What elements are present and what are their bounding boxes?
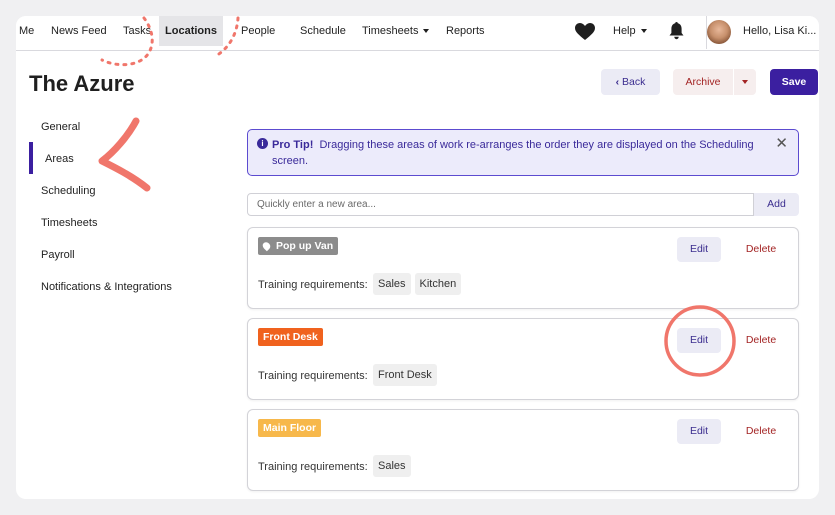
nav-schedule[interactable]: Schedule: [300, 16, 346, 46]
sidebar-item-general[interactable]: General: [41, 121, 80, 133]
area-name: Pop up Van: [276, 240, 334, 252]
help-label: Help: [613, 25, 636, 37]
training-tag: Kitchen: [414, 273, 462, 295]
training-requirements-label: Training requirements:: [258, 461, 368, 473]
new-area-input[interactable]: [247, 193, 754, 216]
nav-people[interactable]: People: [241, 16, 275, 46]
nav-timesheets-label: Timesheets: [362, 25, 419, 37]
area-name: Front Desk: [263, 331, 318, 343]
close-icon[interactable]: ✕: [775, 136, 788, 152]
edit-button[interactable]: Edit: [677, 419, 721, 444]
archive-dropdown-button[interactable]: [734, 69, 756, 95]
nav-me[interactable]: Me: [19, 16, 34, 46]
page-title: The Azure: [29, 71, 135, 96]
archive-button[interactable]: Archive: [673, 69, 733, 95]
training-tag: Sales: [373, 455, 411, 477]
heart-icon[interactable]: [575, 23, 595, 41]
back-button-label: Back: [622, 76, 646, 88]
training-requirements-label: Training requirements:: [258, 279, 368, 291]
area-name: Main Floor: [263, 422, 317, 434]
training-requirements-label: Training requirements:: [258, 370, 368, 382]
pro-tip-message: Dragging these areas of work re-arranges…: [272, 139, 754, 167]
training-tags: Sales Kitchen: [373, 273, 465, 295]
app-window: Me News Feed Tasks Locations People Sche…: [16, 16, 819, 499]
bell-icon[interactable]: [669, 22, 684, 40]
sidebar-item-payroll[interactable]: Payroll: [41, 249, 75, 261]
save-button[interactable]: Save: [770, 69, 818, 95]
area-card-front-desk[interactable]: Front Desk Edit Delete Training requirem…: [247, 318, 799, 400]
area-badge: Front Desk: [258, 328, 323, 346]
edit-button[interactable]: Edit: [677, 328, 721, 353]
back-button[interactable]: ‹ Back: [601, 69, 660, 95]
chevron-left-icon: ‹: [615, 76, 620, 88]
info-icon: i: [257, 138, 268, 149]
training-tags: Sales: [373, 455, 415, 477]
pro-tip-banner: i Pro Tip! Dragging these areas of work …: [247, 129, 799, 176]
sidebar-item-areas[interactable]: Areas: [45, 153, 74, 165]
chevron-down-icon: [423, 29, 430, 34]
area-badge: Pop up Van: [258, 237, 339, 255]
top-nav: Me News Feed Tasks Locations People Sche…: [16, 16, 819, 51]
area-badge: Main Floor: [258, 419, 322, 437]
training-tags: Front Desk: [373, 364, 441, 386]
delete-button[interactable]: Delete: [736, 328, 786, 353]
add-area-button[interactable]: Add: [754, 193, 799, 216]
avatar[interactable]: [707, 20, 731, 44]
arrow-annotation: [98, 117, 151, 192]
delete-button[interactable]: Delete: [736, 237, 786, 262]
sidebar-active-indicator: [29, 142, 33, 174]
area-card-pop-up-van[interactable]: Pop up Van Edit Delete Training requirem…: [247, 227, 799, 309]
nav-tasks[interactable]: Tasks: [123, 16, 151, 46]
user-greeting[interactable]: Hello, Lisa Ki...: [743, 16, 816, 46]
nav-timesheets[interactable]: Timesheets: [362, 16, 430, 46]
sidebar-item-timesheets[interactable]: Timesheets: [41, 217, 97, 229]
pin-icon: [261, 240, 272, 252]
nav-locations[interactable]: Locations: [159, 16, 223, 46]
training-tag: Front Desk: [373, 364, 437, 386]
training-tag: Sales: [373, 273, 411, 295]
pro-tip-text: Pro Tip! Dragging these areas of work re…: [272, 137, 762, 169]
sidebar-item-notifications[interactable]: Notifications & Integrations: [41, 281, 172, 293]
chevron-down-icon: [640, 29, 647, 34]
help-menu[interactable]: Help: [613, 16, 647, 46]
pro-tip-title: Pro Tip!: [272, 139, 314, 151]
delete-button[interactable]: Delete: [736, 419, 786, 444]
chevron-down-icon: [742, 80, 748, 85]
area-card-main-floor[interactable]: Main Floor Edit Delete Training requirem…: [247, 409, 799, 491]
sidebar-item-scheduling[interactable]: Scheduling: [41, 185, 95, 197]
nav-news-feed[interactable]: News Feed: [51, 16, 107, 46]
nav-reports[interactable]: Reports: [446, 16, 485, 46]
edit-button[interactable]: Edit: [677, 237, 721, 262]
